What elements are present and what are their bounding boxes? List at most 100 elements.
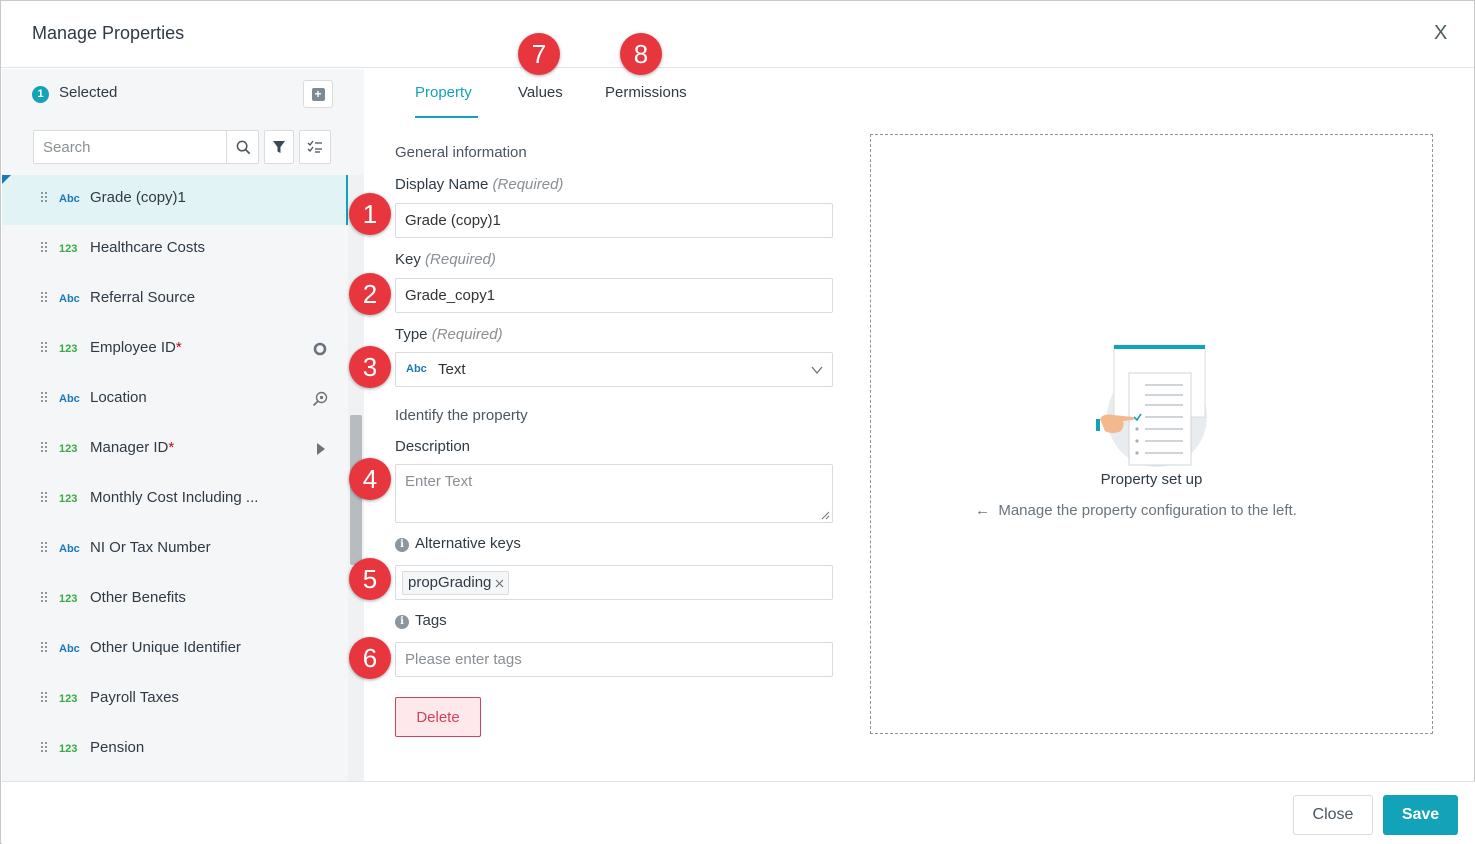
required-marker: * <box>168 439 175 456</box>
preview-hint: ← Manage the property configuration to t… <box>975 502 1297 519</box>
search-box <box>33 130 259 164</box>
drag-handle-icon[interactable] <box>41 192 49 204</box>
chevron-down-icon <box>811 366 823 375</box>
tags-field[interactable] <box>395 642 833 677</box>
type-abc-tag: Abc <box>406 363 427 375</box>
tab-values[interactable]: Values <box>518 84 563 101</box>
required-marker: * <box>175 339 182 356</box>
list-item[interactable]: 123 Payroll Taxes <box>2 675 348 725</box>
drag-handle-icon[interactable] <box>41 292 49 304</box>
drag-handle-icon[interactable] <box>41 342 49 354</box>
selected-label: Selected <box>59 84 118 101</box>
filter-button[interactable] <box>264 130 294 164</box>
number-type-tag: 123 <box>59 493 78 505</box>
list-item[interactable]: Abc Referral Source <box>2 275 348 325</box>
number-type-tag: 123 <box>59 243 78 255</box>
number-type-tag: 123 <box>59 693 78 705</box>
dialog-header: Manage Properties X <box>1 1 1474 68</box>
general-info-heading: General information <box>395 144 527 161</box>
drag-handle-icon[interactable] <box>41 692 49 704</box>
number-type-tag: 123 <box>59 343 78 355</box>
description-label: Description <box>395 438 471 455</box>
drag-handle-icon[interactable] <box>41 442 49 454</box>
display-name-field[interactable] <box>395 203 833 238</box>
search-input[interactable] <box>34 131 226 163</box>
add-property-button[interactable]: + <box>303 80 333 108</box>
list-item[interactable]: Abc Grade (copy)1 <box>2 175 348 225</box>
callout-3: 3 <box>349 346 391 388</box>
dialog-title: Manage Properties <box>32 23 185 43</box>
close-button[interactable]: Close <box>1293 795 1373 835</box>
remove-chip-icon[interactable] <box>495 579 504 588</box>
number-type-tag: 123 <box>59 593 78 605</box>
alt-keys-label: Alternative keys <box>415 535 521 552</box>
property-list: Abc Grade (copy)1 123 Healthcare Costs Abc Re… <box>2 175 348 781</box>
delete-button[interactable]: Delete <box>395 697 481 737</box>
location-search-icon[interactable] <box>312 391 328 407</box>
type-value: Text <box>438 361 466 378</box>
alt-keys-info-icon[interactable]: i <box>395 538 409 552</box>
dialog-footer <box>2 781 1475 844</box>
search-button[interactable] <box>226 131 259 163</box>
property-setup-illustration <box>1096 344 1207 467</box>
circle-ring-icon[interactable] <box>312 341 328 357</box>
add-square-icon: + <box>311 87 325 101</box>
drag-handle-icon[interactable] <box>41 542 49 554</box>
close-icon[interactable]: X <box>1434 22 1447 45</box>
list-item-label: Manager ID* <box>90 439 175 456</box>
list-item[interactable]: 123 Employee ID* <box>2 325 348 375</box>
manage-properties-dialog: Manage Properties X 1 Selected + Abc Grad… <box>0 0 1475 844</box>
drag-handle-icon[interactable] <box>41 592 49 604</box>
callout-6: 6 <box>349 637 391 679</box>
list-item-label: Referral Source <box>90 289 196 306</box>
list-item-label: Payroll Taxes <box>90 689 179 706</box>
type-select[interactable]: Abc Text <box>395 352 833 387</box>
type-label: Type (Required) <box>395 326 503 343</box>
tags-info-icon[interactable]: i <box>395 615 409 629</box>
preview-title: Property set up <box>1100 471 1203 488</box>
display-name-label: Display Name (Required) <box>395 176 564 193</box>
identify-heading: Identify the property <box>395 407 528 424</box>
number-type-tag: 123 <box>59 743 78 755</box>
list-item[interactable]: 123 Monthly Cost Including ... <box>2 475 348 525</box>
alt-key-chip-label: propGrading <box>408 574 492 591</box>
description-field[interactable] <box>395 464 833 523</box>
key-label: Key (Required) <box>395 251 496 268</box>
alt-keys-field[interactable]: propGrading <box>395 565 833 600</box>
resize-handle-icon[interactable] <box>821 511 830 520</box>
sort-list-icon <box>307 140 322 153</box>
list-item-label: Employee ID* <box>90 339 182 356</box>
text-type-tag: Abc <box>59 293 80 305</box>
list-item-label: Pension <box>90 739 145 756</box>
text-type-tag: Abc <box>59 193 80 205</box>
drag-handle-icon[interactable] <box>41 742 49 754</box>
drag-handle-icon[interactable] <box>41 392 49 404</box>
drag-handle-icon[interactable] <box>41 242 49 254</box>
play-arrow-icon[interactable] <box>312 441 328 457</box>
list-item[interactable]: Abc NI Or Tax Number <box>2 525 348 575</box>
save-button[interactable]: Save <box>1383 795 1458 835</box>
list-item[interactable]: Abc Other Unique Identifier <box>2 625 348 675</box>
list-item[interactable]: 123 Pension <box>2 725 348 775</box>
list-item[interactable]: Abc Location <box>2 375 348 425</box>
number-type-tag: 123 <box>59 443 78 455</box>
list-item[interactable]: 123 Manager ID* <box>2 425 348 475</box>
tags-label: Tags <box>415 612 447 629</box>
list-item-label: Location <box>90 389 147 406</box>
alt-key-chip: propGrading <box>402 571 510 595</box>
drag-handle-icon[interactable] <box>41 492 49 504</box>
list-item[interactable]: 123 Other Benefits <box>2 575 348 625</box>
list-item-label: Other Unique Identifier <box>90 639 241 656</box>
callout-5: 5 <box>349 558 391 600</box>
tab-permissions[interactable]: Permissions <box>605 84 687 101</box>
callout-8: 8 <box>620 33 662 75</box>
tab-property[interactable]: Property <box>415 84 472 101</box>
text-type-tag: Abc <box>59 643 80 655</box>
active-tab-indicator <box>415 116 478 118</box>
sort-options-button[interactable] <box>299 130 331 164</box>
drag-handle-icon[interactable] <box>41 642 49 654</box>
filter-icon <box>273 141 285 153</box>
list-item[interactable]: 123 Healthcare Costs <box>2 225 348 275</box>
callout-1: 1 <box>349 193 391 235</box>
key-field[interactable] <box>395 278 833 313</box>
